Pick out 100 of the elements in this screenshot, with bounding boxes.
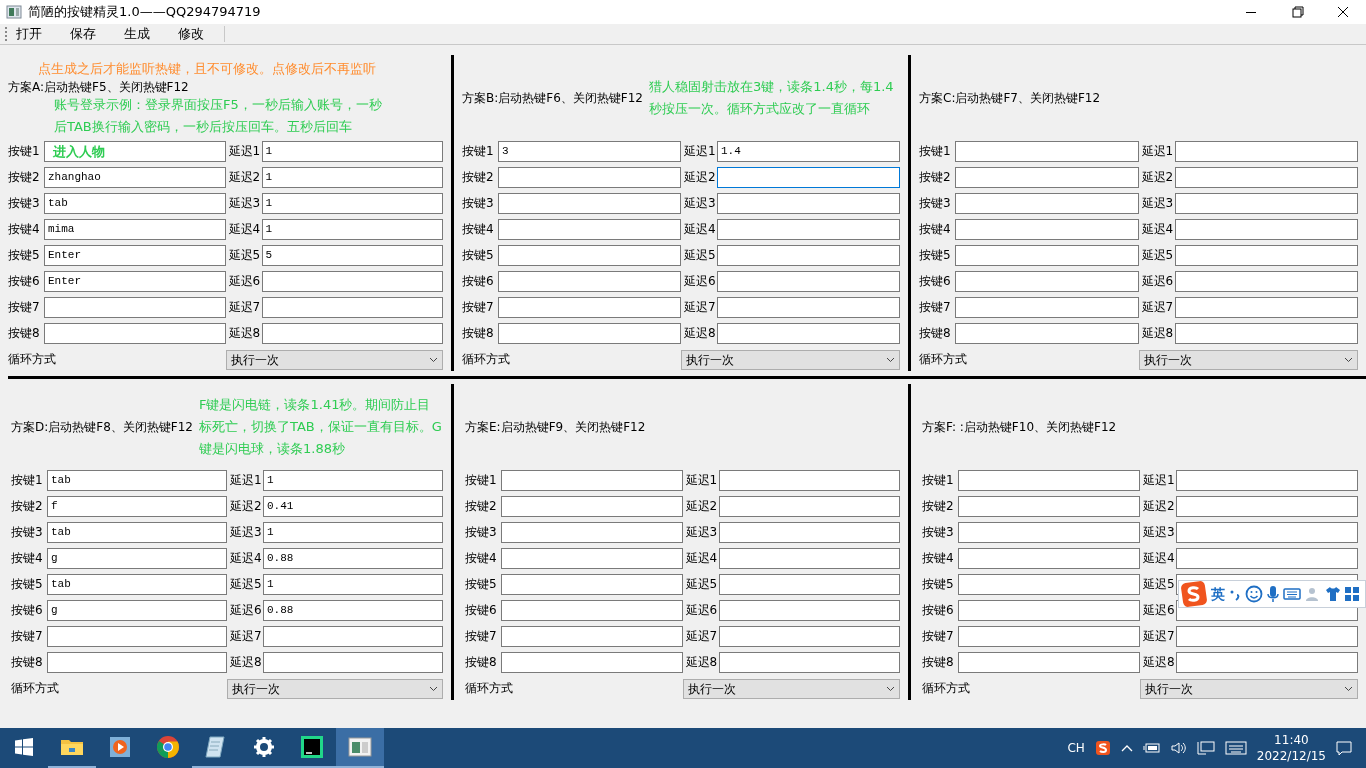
delay-field[interactable]: 0.88	[263, 600, 443, 621]
clock-time[interactable]: 11:40	[1256, 732, 1326, 748]
delay-field[interactable]	[261, 271, 443, 292]
key-field[interactable]	[955, 219, 1139, 240]
delay-field[interactable]	[718, 470, 900, 491]
key-field[interactable]	[501, 600, 683, 621]
delay-field[interactable]	[1174, 245, 1358, 266]
loop-dropdown[interactable]: 执行一次	[682, 679, 900, 699]
delay-field[interactable]	[718, 652, 900, 673]
toolbar-button[interactable]: 打开	[8, 24, 50, 44]
key-field[interactable]: g	[47, 548, 227, 569]
key-field[interactable]	[44, 323, 226, 344]
key-field[interactable]	[498, 245, 681, 266]
delay-field[interactable]	[1176, 470, 1358, 491]
key-field[interactable]	[955, 167, 1139, 188]
delay-field[interactable]	[1176, 496, 1358, 517]
key-field[interactable]	[501, 626, 683, 647]
toolbar-button[interactable]: 生成	[116, 24, 158, 44]
key-field[interactable]	[498, 271, 681, 292]
key-field[interactable]: Enter	[44, 271, 226, 292]
delay-field[interactable]	[717, 323, 900, 344]
key-field[interactable]	[958, 626, 1140, 647]
delay-field[interactable]	[263, 652, 443, 673]
delay-field[interactable]: 0.88	[263, 548, 443, 569]
toolbar-button[interactable]: 修改	[170, 24, 212, 44]
delay-field[interactable]	[717, 271, 900, 292]
delay-field[interactable]: 1.4	[717, 141, 900, 162]
delay-field[interactable]	[1174, 323, 1358, 344]
delay-field[interactable]	[717, 219, 900, 240]
delay-field[interactable]	[1174, 297, 1358, 318]
key-field[interactable]	[955, 323, 1139, 344]
key-field[interactable]: mima	[44, 219, 226, 240]
delay-field[interactable]	[1176, 548, 1358, 569]
delay-field[interactable]	[1174, 193, 1358, 214]
key-field[interactable]	[958, 574, 1140, 595]
key-field[interactable]	[498, 297, 681, 318]
key-field[interactable]: zhanghao	[44, 167, 226, 188]
delay-field[interactable]	[1176, 522, 1358, 543]
delay-field[interactable]	[718, 522, 900, 543]
delay-field[interactable]	[717, 193, 900, 214]
delay-field[interactable]: 1	[261, 167, 443, 188]
delay-field[interactable]: 5	[261, 245, 443, 266]
delay-field[interactable]	[718, 574, 900, 595]
delay-field[interactable]	[1174, 141, 1358, 162]
key-field[interactable]: Enter	[44, 245, 226, 266]
key-field[interactable]	[47, 652, 227, 673]
key-field[interactable]: tab	[47, 470, 227, 491]
key-field[interactable]: tab	[47, 574, 227, 595]
key-field[interactable]	[44, 297, 226, 318]
key-field[interactable]	[498, 323, 681, 344]
delay-field[interactable]	[717, 167, 900, 188]
key-field[interactable]	[955, 245, 1139, 266]
key-field[interactable]	[958, 548, 1140, 569]
delay-field[interactable]	[718, 626, 900, 647]
key-field[interactable]	[955, 271, 1139, 292]
delay-field[interactable]: 1	[261, 219, 443, 240]
delay-field[interactable]	[1176, 626, 1358, 647]
delay-field[interactable]	[718, 548, 900, 569]
key-field[interactable]	[958, 522, 1140, 543]
delay-field[interactable]	[717, 297, 900, 318]
loop-dropdown[interactable]: 执行一次	[1140, 679, 1358, 699]
delay-field[interactable]	[1174, 271, 1358, 292]
key-field[interactable]	[501, 496, 683, 517]
key-field[interactable]	[501, 652, 683, 673]
key-field[interactable]	[501, 574, 683, 595]
delay-field[interactable]: 1	[263, 574, 443, 595]
key-field[interactable]	[958, 600, 1140, 621]
key-field[interactable]	[958, 652, 1140, 673]
key-field[interactable]	[501, 522, 683, 543]
delay-field[interactable]	[1176, 652, 1358, 673]
delay-field[interactable]	[718, 496, 900, 517]
delay-field[interactable]	[717, 245, 900, 266]
loop-dropdown[interactable]: 执行一次	[681, 350, 900, 370]
key-field[interactable]	[498, 193, 681, 214]
key-field[interactable]	[958, 496, 1140, 517]
delay-field[interactable]	[261, 323, 443, 344]
key-field[interactable]	[955, 193, 1139, 214]
key-field[interactable]	[501, 548, 683, 569]
key-field[interactable]	[955, 141, 1139, 162]
loop-dropdown[interactable]: 执行一次	[1138, 350, 1358, 370]
input-mode-toggle[interactable]: 英	[1211, 585, 1225, 603]
loop-dropdown[interactable]: 执行一次	[227, 679, 443, 699]
key-field[interactable]	[955, 297, 1139, 318]
delay-field[interactable]	[718, 600, 900, 621]
delay-field[interactable]: 1	[261, 193, 443, 214]
delay-field[interactable]: 1	[263, 522, 443, 543]
key-field[interactable]	[958, 470, 1140, 491]
key-field[interactable]	[501, 470, 683, 491]
clock-date[interactable]: 2022/12/15	[1256, 748, 1326, 764]
key-field[interactable]	[47, 626, 227, 647]
key-field[interactable]: g	[47, 600, 227, 621]
key-field[interactable]: tab	[44, 193, 226, 214]
taskbar-button[interactable]	[336, 728, 384, 768]
key-field[interactable]: f	[47, 496, 227, 517]
key-field[interactable]: tab	[47, 522, 227, 543]
key-field[interactable]: 3	[498, 141, 681, 162]
language-indicator[interactable]: CH	[1067, 740, 1085, 756]
delay-field[interactable]: 1	[263, 470, 443, 491]
delay-field[interactable]: 0.41	[263, 496, 443, 517]
key-field[interactable]	[498, 167, 681, 188]
